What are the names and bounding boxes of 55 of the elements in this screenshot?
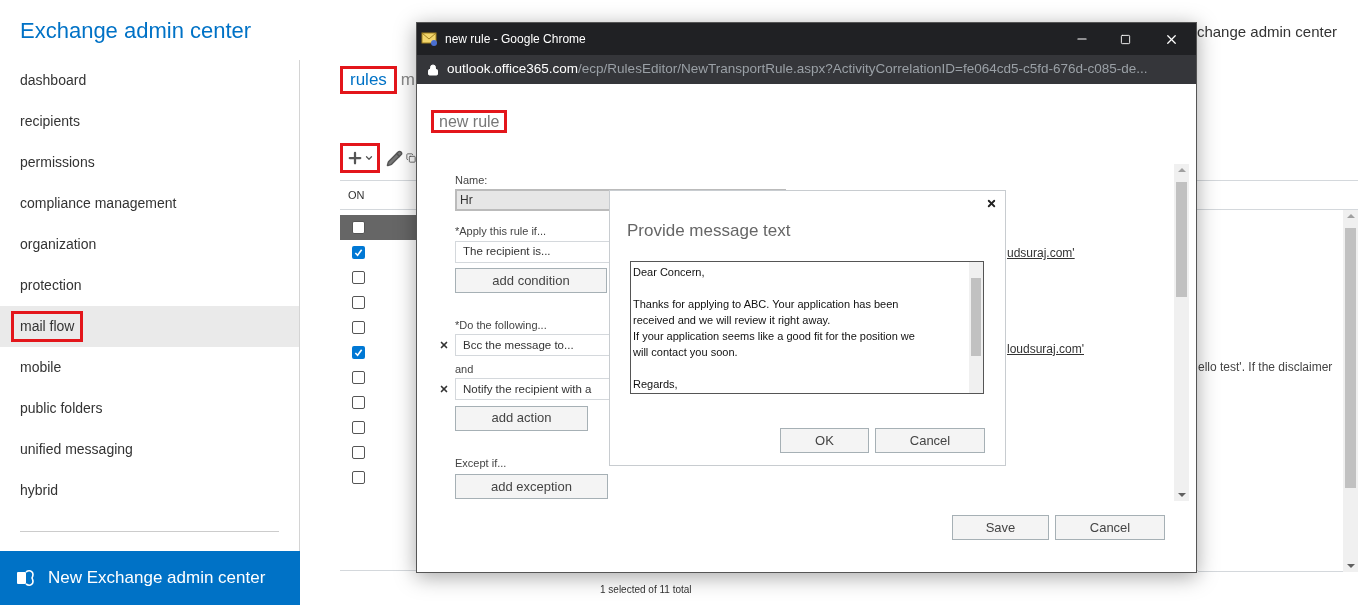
- checkbox[interactable]: [352, 246, 365, 259]
- window-title: new rule - Google Chrome: [445, 31, 586, 48]
- url-text[interactable]: outlook.office365.com/ecp/RulesEditor/NewTransportRule.aspx?ActivityCorrelationID=fe064cd5-c5fd-676d-c085-de...: [447, 59, 1148, 80]
- table-row[interactable]: [340, 215, 416, 240]
- lock-icon: [427, 63, 439, 76]
- footer-button[interactable]: Cancel: [1055, 515, 1165, 540]
- rule-description: ello test'. If the disclaimer: [1198, 360, 1333, 374]
- checkbox[interactable]: [352, 221, 365, 234]
- checkbox[interactable]: [352, 271, 365, 284]
- status-text: 1 selected of 11 total: [600, 583, 692, 597]
- checkbox[interactable]: [352, 471, 365, 484]
- caret-icon: [364, 153, 374, 163]
- field-label: Name:: [455, 173, 488, 188]
- maximize-icon[interactable]: [1120, 33, 1131, 45]
- column-header: ON: [348, 187, 365, 203]
- checkbox[interactable]: [352, 321, 365, 334]
- edit-icon[interactable]: [386, 149, 403, 167]
- plus-icon: [346, 149, 364, 167]
- nav-item[interactable]: mail flow: [0, 306, 299, 347]
- close-icon[interactable]: [986, 198, 997, 209]
- scrollbar[interactable]: [1343, 210, 1358, 572]
- add-exception-button[interactable]: add exception: [455, 473, 608, 499]
- field-label: *Do the following...: [455, 318, 547, 334]
- new-admin-center-label: New Exchange admin center: [48, 567, 266, 590]
- summary-link[interactable]: loudsuraj.com': [1007, 340, 1174, 358]
- field-label: *Apply this rule if...: [455, 224, 547, 239]
- add-condition-button[interactable]: add condition: [455, 268, 607, 294]
- tab[interactable]: rules: [340, 66, 397, 94]
- remove-icon[interactable]: [439, 384, 449, 395]
- scrollbar[interactable]: [1174, 164, 1189, 501]
- copy-icon[interactable]: [406, 153, 416, 163]
- add-button[interactable]: [340, 143, 380, 173]
- add-action-button[interactable]: add action: [455, 405, 588, 431]
- dialog-button[interactable]: OK: [780, 428, 869, 453]
- dialog-button[interactable]: Cancel: [875, 428, 985, 453]
- dialog-title: Provide message text: [627, 221, 791, 240]
- page-heading: new rule: [431, 110, 508, 133]
- summary-link[interactable]: udsuraj.com': [1007, 244, 1174, 262]
- joiner-text: and: [455, 362, 474, 378]
- header-title: change admin center: [1196, 22, 1337, 42]
- message-field[interactable]: Dear Concern, Thanks for applying to ABC. Your application has been received and we will review it right away. If your application seems like a good fit for the position we will contact you soon. Regards,: [630, 261, 984, 394]
- checkbox[interactable]: [352, 371, 365, 384]
- field-label: Except if...: [455, 455, 507, 471]
- envelope-icon: [421, 31, 439, 47]
- remove-icon[interactable]: [439, 340, 449, 351]
- checkbox[interactable]: [352, 446, 365, 459]
- new-admin-center-bar[interactable]: New Exchange admin center: [0, 551, 300, 605]
- app-title: Exchange admin center: [20, 18, 252, 43]
- footer-button[interactable]: Save: [952, 515, 1049, 540]
- exchange-logo-icon: [16, 569, 36, 587]
- checkbox[interactable]: [352, 296, 365, 309]
- checkbox[interactable]: [352, 396, 365, 409]
- tab[interactable]: m: [398, 70, 418, 90]
- checkbox[interactable]: [352, 421, 365, 434]
- checkbox[interactable]: [352, 346, 365, 359]
